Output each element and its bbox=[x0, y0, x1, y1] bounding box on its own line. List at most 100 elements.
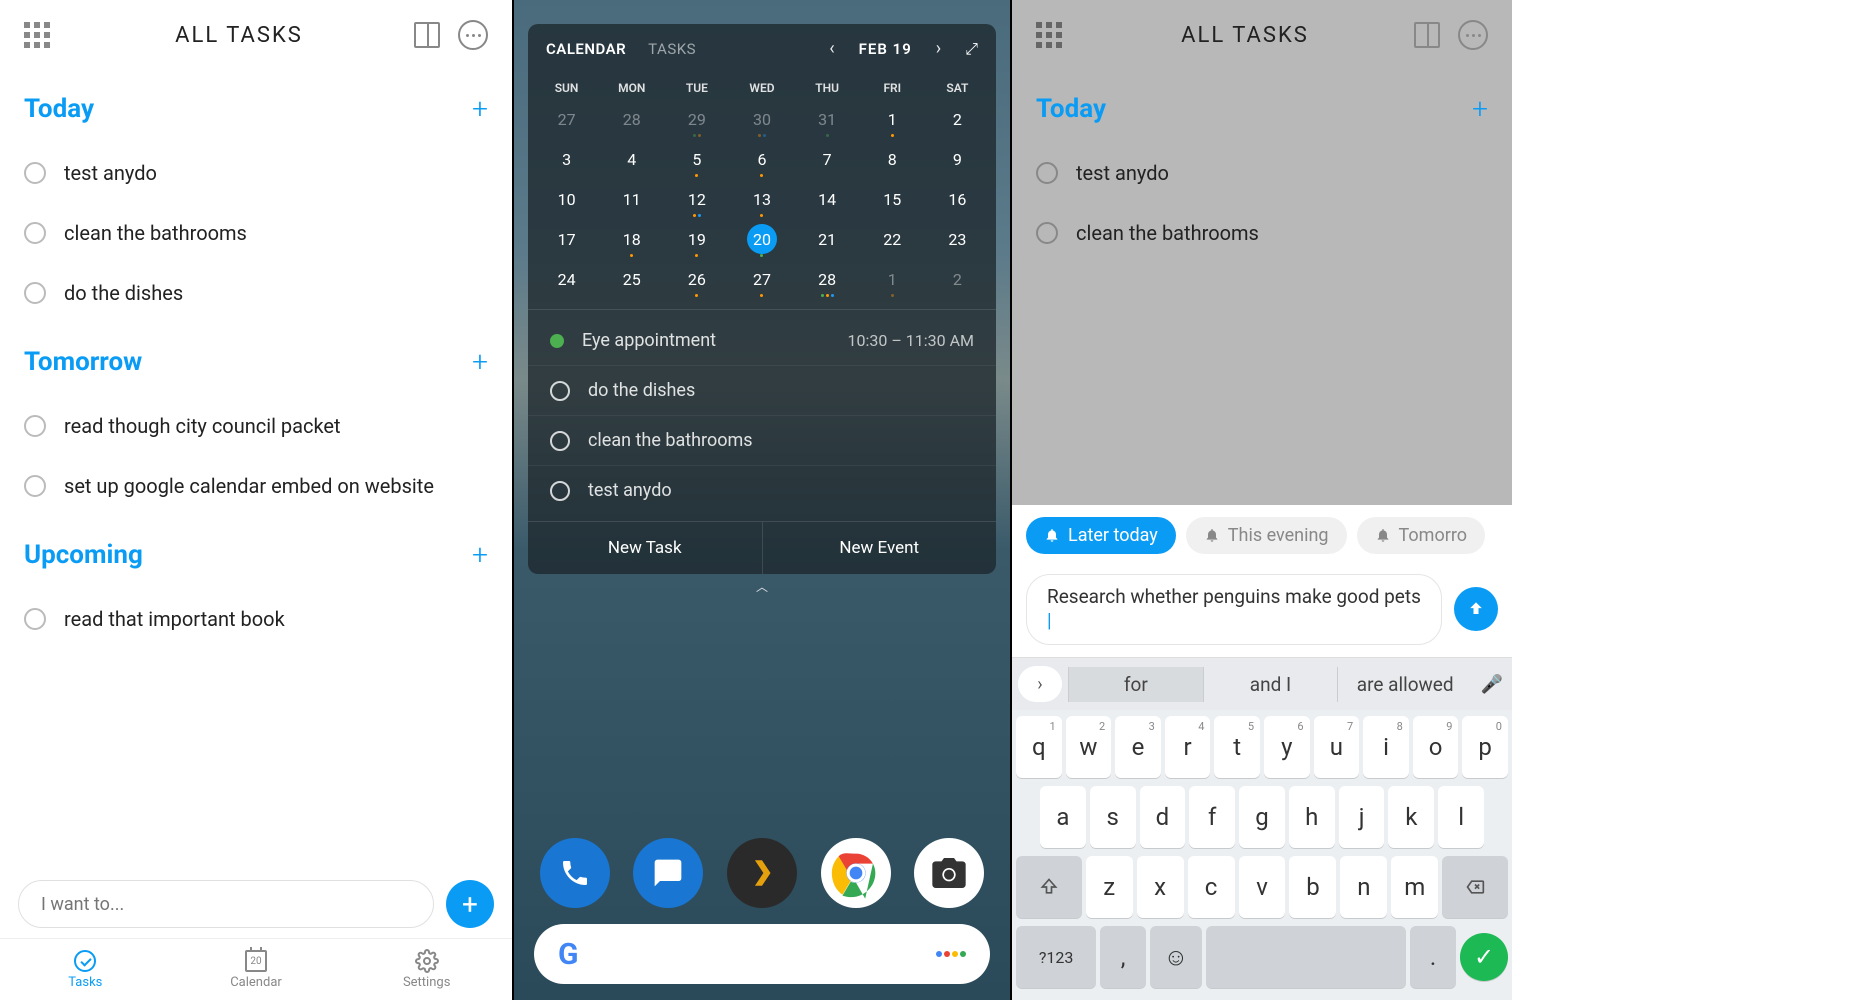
key-z[interactable]: z bbox=[1086, 856, 1133, 918]
task-checkbox[interactable] bbox=[24, 415, 46, 437]
task-item[interactable]: do the dishes bbox=[528, 366, 996, 416]
calendar-day[interactable]: 22 bbox=[860, 219, 925, 259]
more-button[interactable] bbox=[1458, 20, 1488, 50]
task-checkbox[interactable] bbox=[550, 481, 570, 501]
key-e[interactable]: e3 bbox=[1115, 716, 1161, 778]
task-item[interactable]: test anydo bbox=[1036, 143, 1488, 203]
nav-settings[interactable]: Settings bbox=[341, 939, 512, 1000]
calendar-day[interactable]: 3 bbox=[534, 139, 599, 179]
calendar-day[interactable]: 28 bbox=[599, 99, 664, 139]
task-checkbox[interactable] bbox=[24, 282, 46, 304]
calendar-day[interactable]: 24 bbox=[534, 259, 599, 299]
calendar-day[interactable]: 11 bbox=[599, 179, 664, 219]
key-f[interactable]: f bbox=[1189, 786, 1235, 848]
new-task-button[interactable]: New Task bbox=[528, 522, 763, 574]
add-task-fab[interactable]: + bbox=[446, 880, 494, 928]
key-r[interactable]: r4 bbox=[1165, 716, 1211, 778]
suggestion-item[interactable]: for bbox=[1068, 667, 1203, 702]
calendar-day[interactable]: 17 bbox=[534, 219, 599, 259]
calendar-day[interactable]: 5 bbox=[664, 139, 729, 179]
calendar-day[interactable]: 26 bbox=[664, 259, 729, 299]
calendar-day[interactable]: 1 bbox=[860, 99, 925, 139]
suggestion-item[interactable]: and I bbox=[1203, 667, 1338, 702]
calendar-day[interactable]: 4 bbox=[599, 139, 664, 179]
task-checkbox[interactable] bbox=[550, 431, 570, 451]
key-backspace[interactable] bbox=[1442, 856, 1508, 918]
key-comma[interactable]: , bbox=[1100, 926, 1146, 988]
key-d[interactable]: d bbox=[1140, 786, 1186, 848]
nav-tasks[interactable]: Tasks bbox=[0, 939, 171, 1000]
calendar-day[interactable]: 2 bbox=[925, 259, 990, 299]
calendar-day[interactable]: 10 bbox=[534, 179, 599, 219]
menu-grid-button[interactable] bbox=[24, 22, 64, 48]
task-item[interactable]: test anydo bbox=[528, 466, 996, 515]
new-event-button[interactable]: New Event bbox=[763, 522, 997, 574]
plex-app-icon[interactable] bbox=[727, 838, 797, 908]
reminder-chip[interactable]: This evening bbox=[1186, 517, 1347, 554]
calendar-day[interactable]: 7 bbox=[795, 139, 860, 179]
key-space[interactable] bbox=[1206, 926, 1407, 988]
add-to-section-button[interactable]: + bbox=[472, 92, 488, 125]
key-m[interactable]: m bbox=[1391, 856, 1438, 918]
add-to-section-button[interactable]: + bbox=[472, 345, 488, 378]
key-shift[interactable] bbox=[1016, 856, 1082, 918]
more-button[interactable] bbox=[458, 20, 488, 50]
key-l[interactable]: l bbox=[1438, 786, 1484, 848]
book-icon[interactable] bbox=[1414, 22, 1440, 48]
reminder-chip[interactable]: Later today bbox=[1026, 517, 1176, 554]
task-item[interactable]: read though city council packet bbox=[24, 396, 488, 456]
task-checkbox[interactable] bbox=[24, 608, 46, 630]
calendar-day[interactable]: 6 bbox=[729, 139, 794, 179]
key-w[interactable]: w2 bbox=[1066, 716, 1112, 778]
calendar-day[interactable]: 2 bbox=[925, 99, 990, 139]
key-g[interactable]: g bbox=[1239, 786, 1285, 848]
task-checkbox[interactable] bbox=[550, 381, 570, 401]
key-t[interactable]: t5 bbox=[1214, 716, 1260, 778]
task-checkbox[interactable] bbox=[24, 475, 46, 497]
calendar-day[interactable]: 29 bbox=[664, 99, 729, 139]
key-period[interactable]: . bbox=[1410, 926, 1456, 988]
tab-calendar[interactable]: CALENDAR bbox=[546, 40, 626, 58]
task-checkbox[interactable] bbox=[24, 222, 46, 244]
calendar-day[interactable]: 28 bbox=[795, 259, 860, 299]
book-icon[interactable] bbox=[414, 22, 440, 48]
key-q[interactable]: q1 bbox=[1016, 716, 1062, 778]
calendar-event[interactable]: Eye appointment10:30 – 11:30 AM bbox=[528, 316, 996, 366]
calendar-day[interactable]: 25 bbox=[599, 259, 664, 299]
calendar-day[interactable]: 21 bbox=[795, 219, 860, 259]
task-item[interactable]: clean the bathrooms bbox=[24, 203, 488, 263]
calendar-day[interactable]: 14 bbox=[795, 179, 860, 219]
calendar-day[interactable]: 27 bbox=[534, 99, 599, 139]
key-emoji[interactable]: ☺ bbox=[1150, 926, 1202, 988]
mic-icon[interactable]: 🎤 bbox=[1472, 674, 1512, 695]
task-entry-input[interactable]: Research whether penguins make good pets… bbox=[1026, 574, 1442, 645]
expand-button[interactable]: ⤢ bbox=[965, 39, 978, 59]
key-v[interactable]: v bbox=[1239, 856, 1286, 918]
tab-tasks[interactable]: TASKS bbox=[648, 40, 696, 58]
submit-task-button[interactable] bbox=[1454, 587, 1498, 631]
calendar-day[interactable]: 19 bbox=[664, 219, 729, 259]
key-y[interactable]: y6 bbox=[1264, 716, 1310, 778]
calendar-day[interactable]: 30 bbox=[729, 99, 794, 139]
key-c[interactable]: c bbox=[1188, 856, 1235, 918]
messages-app-icon[interactable] bbox=[633, 838, 703, 908]
assistant-icon[interactable] bbox=[936, 951, 966, 957]
key-j[interactable]: j bbox=[1339, 786, 1385, 848]
calendar-day[interactable]: 15 bbox=[860, 179, 925, 219]
expand-suggestions-button[interactable]: › bbox=[1018, 666, 1062, 702]
calendar-day[interactable]: 13 bbox=[729, 179, 794, 219]
prev-month-button[interactable]: ‹ bbox=[827, 38, 836, 59]
calendar-day[interactable]: 20 bbox=[729, 219, 794, 259]
key-symbols[interactable]: ?123 bbox=[1016, 926, 1096, 988]
calendar-day[interactable]: 18 bbox=[599, 219, 664, 259]
key-s[interactable]: s bbox=[1090, 786, 1136, 848]
reminder-chip[interactable]: Tomorro bbox=[1357, 517, 1485, 554]
task-item[interactable]: set up google calendar embed on website bbox=[24, 456, 488, 516]
task-checkbox[interactable] bbox=[24, 162, 46, 184]
task-checkbox[interactable] bbox=[1036, 162, 1058, 184]
key-u[interactable]: u7 bbox=[1314, 716, 1360, 778]
key-p[interactable]: p0 bbox=[1462, 716, 1508, 778]
calendar-day[interactable]: 31 bbox=[795, 99, 860, 139]
suggestion-item[interactable]: are allowed bbox=[1337, 667, 1472, 702]
widget-handle[interactable]: ︿ bbox=[514, 574, 1010, 603]
